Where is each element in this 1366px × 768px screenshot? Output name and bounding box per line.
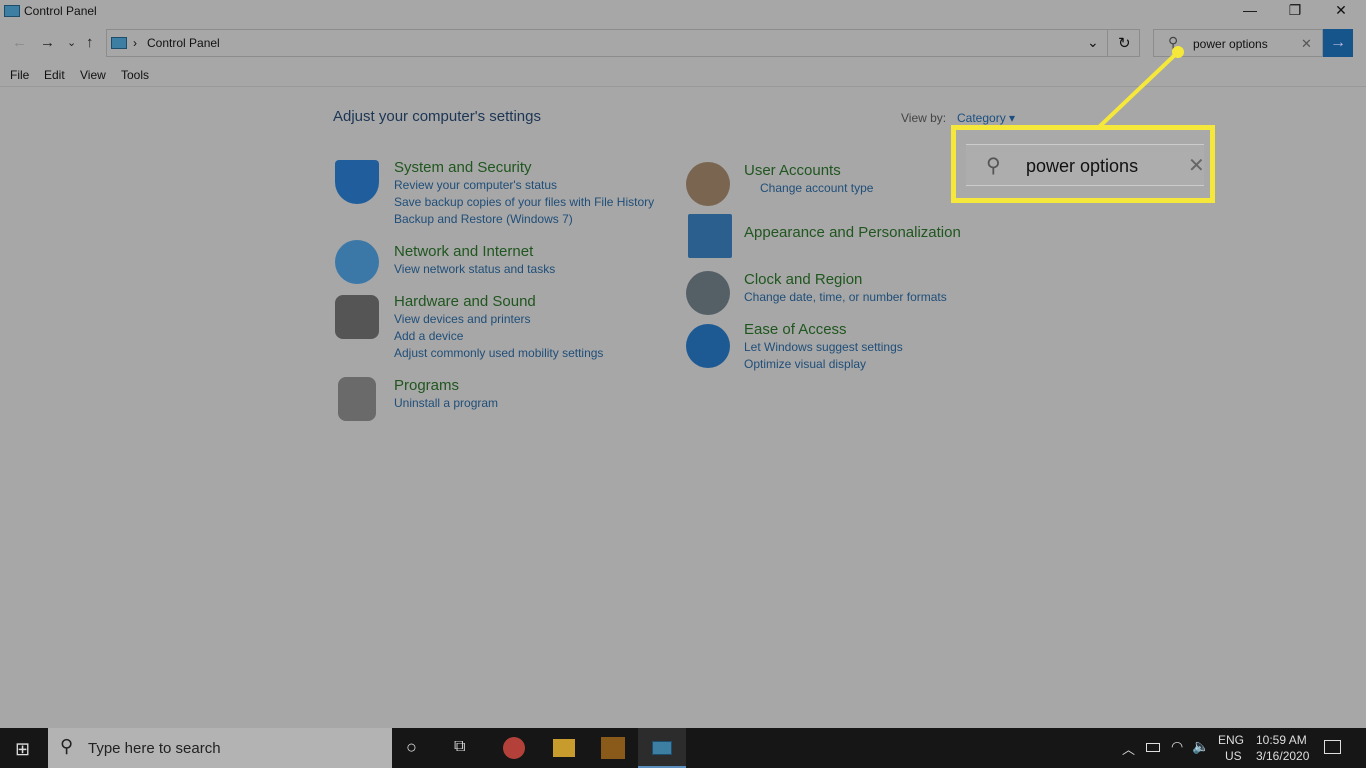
- language-indicator[interactable]: ENG: [1218, 733, 1244, 747]
- task-view-icon[interactable]: ⧉: [454, 738, 465, 756]
- category-user-accounts: User Accounts Change account type: [744, 162, 873, 197]
- clock-globe-icon: [686, 271, 730, 315]
- search-input[interactable]: power options: [1193, 37, 1268, 51]
- battery-icon[interactable]: [1146, 743, 1160, 752]
- view-by-label: View by:: [901, 111, 947, 125]
- search-go-button[interactable]: →: [1323, 29, 1353, 57]
- category-ease-of-access: Ease of Access Let Windows suggest setti…: [744, 321, 903, 373]
- menu-view[interactable]: View: [80, 68, 106, 82]
- taskbar-search-placeholder: Type here to search: [88, 740, 221, 757]
- breadcrumb-separator: ›: [133, 36, 137, 50]
- category-link[interactable]: Add a device: [394, 328, 603, 345]
- restore-button[interactable]: ❐: [1280, 2, 1310, 19]
- search-icon: ⚲: [60, 736, 74, 756]
- category-link[interactable]: Uninstall a program: [394, 395, 498, 412]
- category-link[interactable]: Change account type: [744, 180, 873, 197]
- back-button[interactable]: ←: [12, 34, 27, 51]
- category-title[interactable]: Ease of Access: [744, 321, 847, 338]
- network-globe-icon: [335, 240, 379, 284]
- category-title[interactable]: Programs: [394, 377, 459, 394]
- category-link[interactable]: Save backup copies of your files with Fi…: [394, 194, 654, 211]
- clear-search-button[interactable]: ✕: [1301, 36, 1312, 52]
- control-panel-icon: [4, 5, 20, 17]
- control-panel-icon: [111, 37, 127, 49]
- taskbar: ⊞ ⚲ Type here to search ○ ⧉ ︿ ◠ 🔈 ENG US…: [0, 728, 1366, 768]
- windows-start-button[interactable]: ⊞: [15, 739, 30, 760]
- wifi-icon[interactable]: ◠: [1171, 738, 1183, 755]
- window-title: Control Panel: [24, 4, 97, 18]
- callout-search-text: power options: [1026, 156, 1139, 176]
- category-title[interactable]: Network and Internet: [394, 243, 533, 260]
- taskbar-search[interactable]: ⚲ Type here to search: [48, 728, 392, 768]
- category-link[interactable]: Backup and Restore (Windows 7): [394, 211, 654, 228]
- control-panel-taskbar-button[interactable]: [638, 728, 686, 768]
- cortana-icon[interactable]: ○: [406, 737, 417, 758]
- category-title[interactable]: User Accounts: [744, 162, 841, 179]
- printer-speaker-icon: [335, 295, 379, 339]
- page-title: Adjust your computer's settings: [333, 108, 541, 125]
- region-indicator[interactable]: US: [1225, 749, 1242, 763]
- clock-date[interactable]: 3/16/2020: [1256, 749, 1309, 763]
- up-button[interactable]: ↑: [86, 34, 94, 51]
- category-clock-region: Clock and Region Change date, time, or n…: [744, 271, 947, 306]
- show-hidden-icons-button[interactable]: ︿: [1122, 739, 1135, 758]
- category-system-security: System and Security Review your computer…: [394, 159, 654, 228]
- clock-time[interactable]: 10:59 AM: [1256, 733, 1307, 747]
- close-button[interactable]: ✕: [1326, 2, 1356, 19]
- chrome-icon[interactable]: [503, 737, 525, 759]
- address-bar[interactable]: › Control Panel ⌄ ↻: [106, 29, 1140, 57]
- app-icon[interactable]: [601, 737, 625, 759]
- category-title[interactable]: System and Security: [394, 159, 532, 176]
- ease-of-access-icon: [686, 324, 730, 368]
- search-callout-highlight: ⚲ power options ✕: [951, 125, 1215, 203]
- search-icon: ⚲: [986, 155, 1001, 177]
- category-link[interactable]: Optimize visual display: [744, 356, 903, 373]
- category-link[interactable]: View network status and tasks: [394, 261, 555, 278]
- category-appearance: Appearance and Personalization: [744, 224, 961, 242]
- category-link[interactable]: View devices and printers: [394, 311, 603, 328]
- category-link[interactable]: Let Windows suggest settings: [744, 339, 903, 356]
- category-title[interactable]: Appearance and Personalization: [744, 224, 961, 241]
- category-title[interactable]: Hardware and Sound: [394, 293, 536, 310]
- category-programs: Programs Uninstall a program: [394, 377, 498, 412]
- action-center-icon[interactable]: [1324, 740, 1341, 754]
- file-explorer-icon[interactable]: [553, 739, 575, 757]
- volume-icon[interactable]: 🔈: [1192, 738, 1209, 755]
- breadcrumb-control-panel[interactable]: Control Panel: [147, 36, 220, 50]
- forward-button[interactable]: →: [40, 34, 55, 51]
- category-network-internet: Network and Internet View network status…: [394, 243, 555, 278]
- menu-edit[interactable]: Edit: [44, 68, 65, 82]
- shield-icon: [335, 160, 379, 204]
- appearance-monitor-icon: [688, 214, 732, 258]
- user-accounts-icon: [686, 162, 730, 206]
- programs-disc-icon: [338, 377, 376, 421]
- category-link[interactable]: Change date, time, or number formats: [744, 289, 947, 306]
- category-link[interactable]: Adjust commonly used mobility settings: [394, 345, 603, 362]
- menu-tools[interactable]: Tools: [121, 68, 149, 82]
- recent-locations-button[interactable]: ⌄: [67, 36, 76, 49]
- menu-file[interactable]: File: [10, 68, 29, 82]
- category-title[interactable]: Clock and Region: [744, 271, 862, 288]
- minimize-button[interactable]: —: [1235, 2, 1265, 18]
- close-icon: ✕: [1188, 155, 1205, 177]
- category-hardware-sound: Hardware and Sound View devices and prin…: [394, 293, 603, 362]
- control-panel-icon: [652, 741, 672, 755]
- category-link[interactable]: Review your computer's status: [394, 177, 654, 194]
- view-by-dropdown[interactable]: Category ▾: [957, 111, 1015, 125]
